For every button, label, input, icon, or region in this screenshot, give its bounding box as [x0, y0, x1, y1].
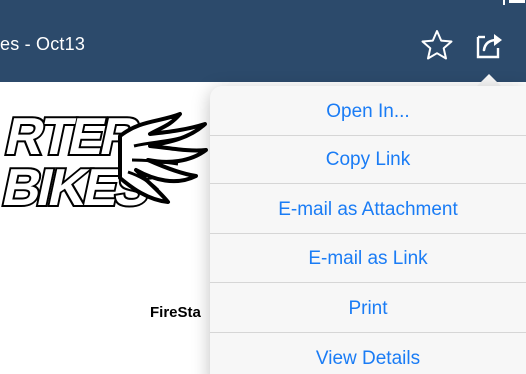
top-navigation-bar: es - Oct13	[0, 0, 526, 82]
menu-item-label: Copy Link	[325, 149, 411, 170]
menu-item-label: E-mail as Link	[308, 248, 428, 269]
menu-item-label: View Details	[315, 348, 421, 369]
menu-item-label: Print	[348, 298, 388, 319]
share-menu-popover: Open In... Copy Link E-mail as Attachmen…	[210, 86, 526, 374]
star-icon[interactable]	[420, 28, 454, 62]
menu-item-print[interactable]: Print	[210, 285, 526, 333]
menu-item-copy-link[interactable]: Copy Link	[210, 136, 526, 184]
document-body-text: FireSta	[150, 304, 201, 321]
menu-item-label: E-mail as Attachment	[278, 199, 458, 220]
document-title: es - Oct13	[0, 34, 86, 54]
status-bar-fragment	[503, 0, 525, 5]
menu-item-view-details[interactable]: View Details	[210, 335, 526, 374]
share-icon[interactable]	[472, 28, 506, 62]
menu-item-open-in[interactable]: Open In...	[210, 88, 526, 136]
menu-item-email-link[interactable]: E-mail as Link	[210, 235, 526, 283]
menu-item-label: Open In...	[326, 101, 410, 122]
menu-item-email-attachment[interactable]: E-mail as Attachment	[210, 186, 526, 234]
app-window: es - Oct13 RTER BIKES FireSta Open In...…	[0, 0, 526, 374]
company-logo: RTER BIKES	[0, 102, 210, 212]
